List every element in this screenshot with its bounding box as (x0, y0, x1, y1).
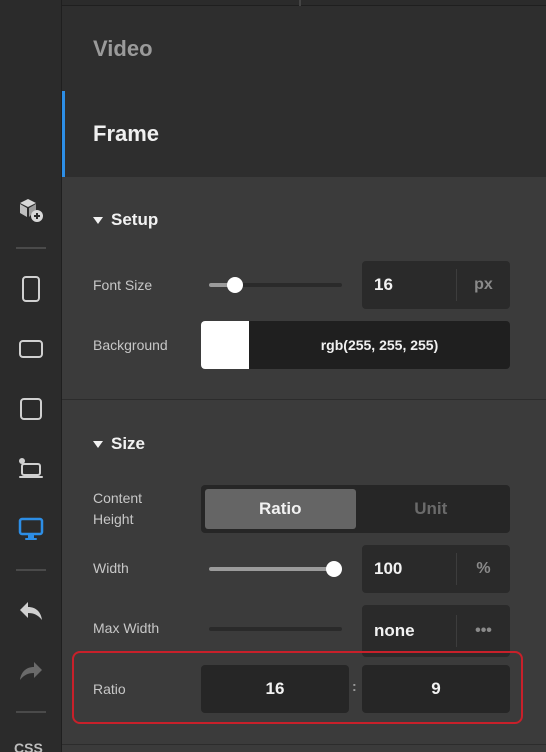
redo-icon[interactable] (14, 654, 48, 688)
content-height-label-line1: Content (93, 490, 143, 506)
rail-separator (16, 569, 46, 571)
width-slider-fill (209, 567, 334, 571)
width-unit[interactable]: % (456, 553, 510, 585)
width-input[interactable]: 100 % (362, 545, 510, 593)
tablet-square-icon[interactable] (14, 392, 48, 426)
font-size-unit[interactable]: px (456, 269, 510, 301)
caret-down-icon (93, 440, 103, 448)
width-slider-handle[interactable] (326, 561, 342, 577)
background-label: Background (93, 337, 168, 353)
caret-down-icon (93, 216, 103, 224)
font-size-input[interactable]: 16 px (362, 261, 510, 309)
font-size-slider-handle[interactable] (226, 277, 243, 293)
tab-video[interactable]: Video (62, 6, 546, 92)
background-color-picker[interactable]: rgb(255, 255, 255) (201, 321, 510, 369)
undo-icon[interactable] (14, 594, 48, 628)
setup-title: Setup (111, 210, 159, 229)
content-height-toggle[interactable]: Ratio Unit (201, 485, 510, 533)
setup-group-header[interactable]: Setup (93, 210, 158, 230)
more-options-icon[interactable]: ••• (456, 615, 510, 647)
section-divider (62, 399, 546, 400)
font-size-label: Font Size (93, 277, 153, 293)
ratio-highlight-box (72, 651, 523, 724)
font-size-slider[interactable] (209, 277, 342, 293)
device-toolbar: CSS (0, 0, 62, 752)
mobile-device-icon[interactable] (14, 272, 48, 306)
content-height-label-line2: Height (93, 511, 134, 527)
max-width-slider[interactable] (209, 627, 342, 631)
ratio-option[interactable]: Ratio (205, 489, 356, 529)
unit-option[interactable]: Unit (356, 489, 507, 529)
add-block-icon[interactable] (14, 193, 48, 227)
desktop-icon[interactable] (14, 512, 48, 546)
size-group-header[interactable]: Size (93, 434, 145, 454)
rail-separator (16, 711, 46, 713)
tablet-landscape-icon[interactable] (14, 332, 48, 366)
background-color-value[interactable]: rgb(255, 255, 255) (249, 321, 510, 369)
width-slider[interactable] (209, 561, 342, 577)
width-label: Width (93, 560, 129, 576)
max-width-value[interactable]: none (362, 621, 456, 641)
size-title: Size (111, 434, 146, 453)
laptop-icon[interactable] (14, 451, 48, 485)
tab-frame[interactable]: Frame (62, 91, 546, 177)
max-width-input[interactable]: none ••• (362, 605, 510, 657)
content-height-label: Content Height (93, 488, 142, 530)
background-color-swatch[interactable] (201, 321, 249, 369)
width-value[interactable]: 100 (362, 559, 456, 579)
section-divider (62, 744, 546, 745)
settings-panel: Video Frame Setup Font Size 16 px Backgr… (62, 6, 546, 752)
font-size-value[interactable]: 16 (362, 275, 456, 295)
max-width-label: Max Width (93, 620, 160, 636)
rail-separator (16, 247, 46, 249)
css-label[interactable]: CSS (14, 740, 43, 752)
